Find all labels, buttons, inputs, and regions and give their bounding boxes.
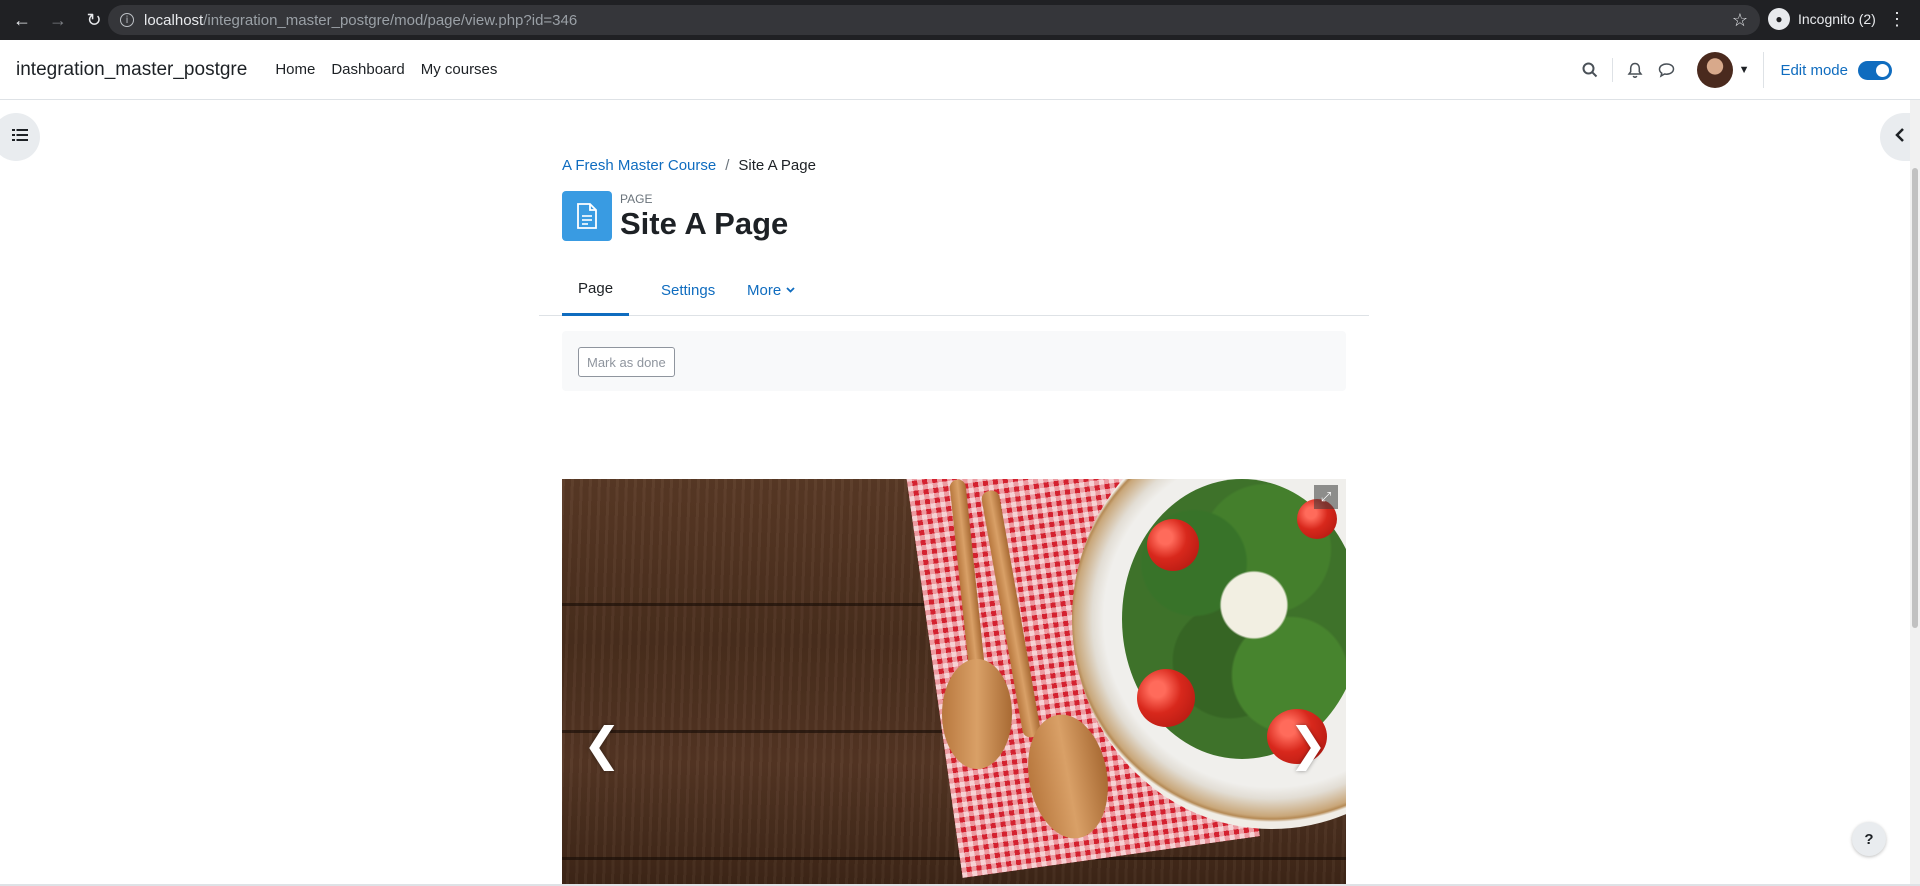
list-icon xyxy=(12,128,28,147)
incognito-label: Incognito (2) xyxy=(1798,11,1876,27)
scrollbar-thumb[interactable] xyxy=(1912,168,1918,628)
tab-more[interactable]: More xyxy=(731,264,811,316)
browser-menu-icon[interactable]: ⋮ xyxy=(1888,10,1906,28)
tab-page-label: Page xyxy=(578,280,614,297)
primary-navigation: Home Dashboard My courses xyxy=(267,61,505,78)
secondary-navigation: Page Settings More xyxy=(539,264,1369,316)
search-icon[interactable] xyxy=(1574,54,1606,86)
site-name[interactable]: integration_master_postgre xyxy=(16,59,247,81)
url-path: /integration_master_postgre/mod/page/vie… xyxy=(203,11,578,29)
navbar-divider xyxy=(1763,52,1765,88)
activity-type-label: PAGE xyxy=(620,192,653,206)
fullscreen-expand-icon[interactable]: ⤢ xyxy=(1314,485,1338,509)
carousel-next-icon[interactable]: ❯ xyxy=(1288,714,1328,774)
nav-my-courses[interactable]: My courses xyxy=(413,61,506,78)
edit-mode-toggle[interactable] xyxy=(1858,60,1892,80)
nav-home[interactable]: Home xyxy=(267,61,323,78)
messages-icon[interactable] xyxy=(1651,54,1683,86)
activity-completion-panel: Mark as done xyxy=(562,331,1346,391)
back-icon[interactable]: ← xyxy=(8,6,36,34)
breadcrumb-course-link[interactable]: A Fresh Master Course xyxy=(562,157,716,174)
user-avatar[interactable] xyxy=(1696,52,1733,88)
url-host: localhost xyxy=(144,11,204,29)
navbar-right: ▼ Edit mode xyxy=(1574,40,1920,100)
forward-icon[interactable]: → xyxy=(44,6,72,34)
mark-as-done-button[interactable]: Mark as done xyxy=(578,347,675,377)
breadcrumb: A Fresh Master Course / Site A Page xyxy=(562,157,816,174)
course-index-toggle[interactable] xyxy=(0,113,40,161)
chevron-left-icon xyxy=(1895,127,1905,147)
breadcrumb-separator: / xyxy=(725,157,730,174)
edit-mode-label: Edit mode xyxy=(1780,61,1848,79)
tab-page[interactable]: Page xyxy=(562,264,630,316)
tab-settings[interactable]: Settings xyxy=(645,264,731,316)
reload-icon[interactable]: ↻ xyxy=(80,6,108,34)
breadcrumb-current: Site A Page xyxy=(738,157,816,174)
navbar-divider xyxy=(1611,58,1613,82)
browser-toolbar: ← → ↻ i localhost/integration_master_pos… xyxy=(0,0,1920,40)
tab-settings-label: Settings xyxy=(661,281,716,299)
info-icon[interactable]: i xyxy=(120,13,134,27)
help-button[interactable]: ? xyxy=(1852,822,1886,856)
page-document-icon xyxy=(562,191,612,241)
chevron-down-icon xyxy=(786,285,795,296)
address-bar[interactable]: i localhost/integration_master_postgre/m… xyxy=(108,5,1760,35)
carousel-prev-icon[interactable]: ❮ xyxy=(582,714,622,774)
carousel-image-spoon xyxy=(942,659,1012,769)
page-scrollbar[interactable] xyxy=(1910,100,1920,886)
tab-more-label: More xyxy=(747,281,782,299)
incognito-indicator[interactable]: ● Incognito (2) xyxy=(1768,8,1876,30)
bookmark-star-icon[interactable]: ☆ xyxy=(1732,10,1748,31)
carousel-image-tomato xyxy=(1137,669,1195,727)
notifications-bell-icon[interactable] xyxy=(1619,54,1651,86)
carousel-image-tomato xyxy=(1147,519,1199,571)
image-carousel: ❮ ❯ ⤢ xyxy=(562,479,1346,886)
nav-dashboard[interactable]: Dashboard xyxy=(323,61,412,78)
top-navbar: integration_master_postgre Home Dashboar… xyxy=(0,40,1920,100)
page-title: Site A Page xyxy=(620,206,789,241)
chevron-down-icon[interactable]: ▼ xyxy=(1739,64,1750,76)
incognito-icon: ● xyxy=(1768,8,1790,30)
